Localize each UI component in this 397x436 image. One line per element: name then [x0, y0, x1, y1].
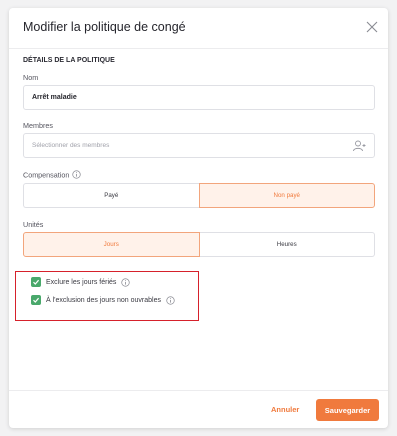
info-icon[interactable]: [121, 277, 131, 287]
units-toggle: Jours Heures: [23, 232, 375, 257]
section-title: DÉTAILS DE LA POLITIQUE: [23, 57, 115, 64]
exclude-nonworking-days-checkbox[interactable]: [31, 295, 41, 305]
info-icon[interactable]: [166, 295, 175, 305]
dialog-footer: Annuler Sauvegarder: [9, 390, 388, 428]
compensation-label-row: Compensation: [23, 170, 81, 180]
members-label: Membres: [23, 121, 53, 130]
exclude-nonworking-days-label: À l'exclusion des jours non ouvrables: [46, 296, 161, 304]
name-value: Arrêt maladie: [32, 94, 77, 101]
compensation-option-paid[interactable]: Payé: [23, 183, 199, 208]
info-icon[interactable]: [72, 170, 81, 179]
exclude-nonworking-days-row: À l'exclusion des jours non ouvrables: [31, 295, 175, 305]
name-label: Nom: [23, 73, 39, 82]
exclude-holidays-row: Exclure les jours fériés: [31, 277, 131, 287]
compensation-label: Compensation: [23, 170, 70, 180]
members-placeholder: Sélectionner des membres: [32, 142, 110, 149]
compensation-toggle: Payé Non payé: [23, 183, 375, 208]
checkmark-icon: [33, 297, 40, 303]
compensation-option-unpaid[interactable]: Non payé: [198, 183, 375, 208]
exclude-holidays-checkbox[interactable]: [31, 277, 41, 287]
checkmark-icon: [33, 279, 40, 285]
units-option-days[interactable]: Jours: [23, 232, 200, 257]
name-input[interactable]: Arrêt maladie: [23, 85, 375, 110]
cancel-button[interactable]: Annuler: [271, 405, 299, 414]
units-label: Unités: [23, 220, 44, 229]
dialog-header: Modifier la politique de congé: [9, 8, 388, 49]
add-user-icon: [353, 140, 366, 152]
members-select[interactable]: Sélectionner des membres: [23, 133, 375, 158]
dialog-title: Modifier la politique de congé: [23, 20, 186, 34]
edit-leave-policy-dialog: Modifier la politique de congé DÉTAILS D…: [9, 8, 388, 428]
close-icon[interactable]: [365, 20, 379, 34]
exclude-holidays-label: Exclure les jours fériés: [46, 278, 117, 286]
save-button[interactable]: Sauvegarder: [316, 399, 379, 421]
units-option-hours[interactable]: Heures: [199, 232, 375, 257]
